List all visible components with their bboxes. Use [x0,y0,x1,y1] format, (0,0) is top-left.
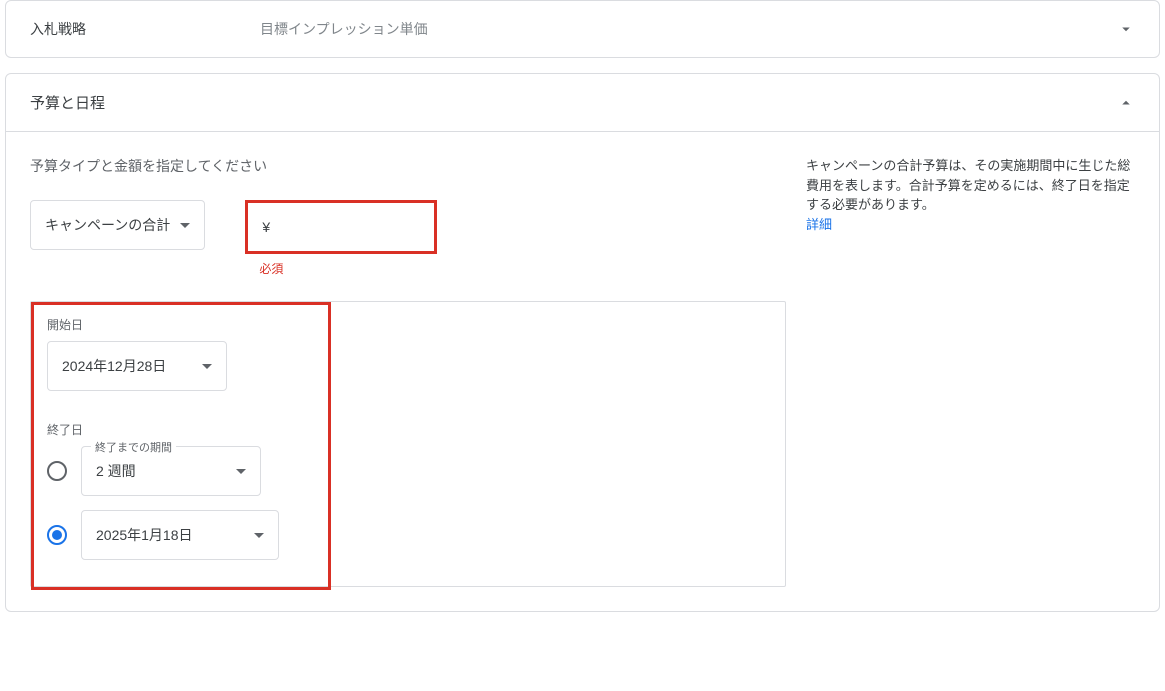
budget-type-dropdown[interactable]: キャンペーンの合計 [30,200,205,250]
end-date-label: 終了日 [47,421,769,438]
end-date-dropdown[interactable]: 2025年1月18日 [81,510,279,560]
bidding-label: 入札戦略 [30,19,260,39]
budget-schedule-section: 予算と日程 予算タイプと金額を指定してください キャンペーンの合計 ¥ 必須 [5,73,1160,612]
end-date-radio[interactable] [47,525,67,545]
help-text: キャンペーンの合計予算は、その実施期間中に生じた総費用を表します。合計予算を定め… [806,158,1130,212]
end-date-value: 2025年1月18日 [96,525,193,545]
dropdown-arrow-icon [236,469,246,474]
start-date-value: 2024年12月28日 [62,356,166,376]
date-panel: 開始日 2024年12月28日 終了日 [30,301,786,587]
budget-amount-input[interactable]: ¥ [245,200,437,254]
dropdown-arrow-icon [202,364,212,369]
budget-type-label: キャンペーンの合計 [45,215,170,235]
dropdown-arrow-icon [254,533,264,538]
currency-symbol: ¥ [262,219,270,235]
chevron-up-icon [1117,94,1135,112]
budget-instruction: 予算タイプと金額を指定してください [30,156,786,176]
budget-section-header[interactable]: 予算と日程 [6,74,1159,132]
bidding-value: 目標インプレッション単価 [260,19,1117,39]
end-period-value: 2 週間 [96,461,136,481]
budget-error: 必須 [259,260,437,277]
start-date-label: 開始日 [47,316,769,333]
end-period-radio[interactable] [47,461,67,481]
radio-dot-icon [52,530,62,540]
chevron-down-icon [1117,20,1135,38]
budget-header-title: 予算と日程 [30,92,1117,113]
bidding-section[interactable]: 入札戦略 目標インプレッション単価 [5,0,1160,58]
period-floating-label: 終了までの期間 [91,439,176,455]
dropdown-arrow-icon [180,223,190,228]
help-link[interactable]: 詳細 [806,217,832,232]
start-date-dropdown[interactable]: 2024年12月28日 [47,341,227,391]
